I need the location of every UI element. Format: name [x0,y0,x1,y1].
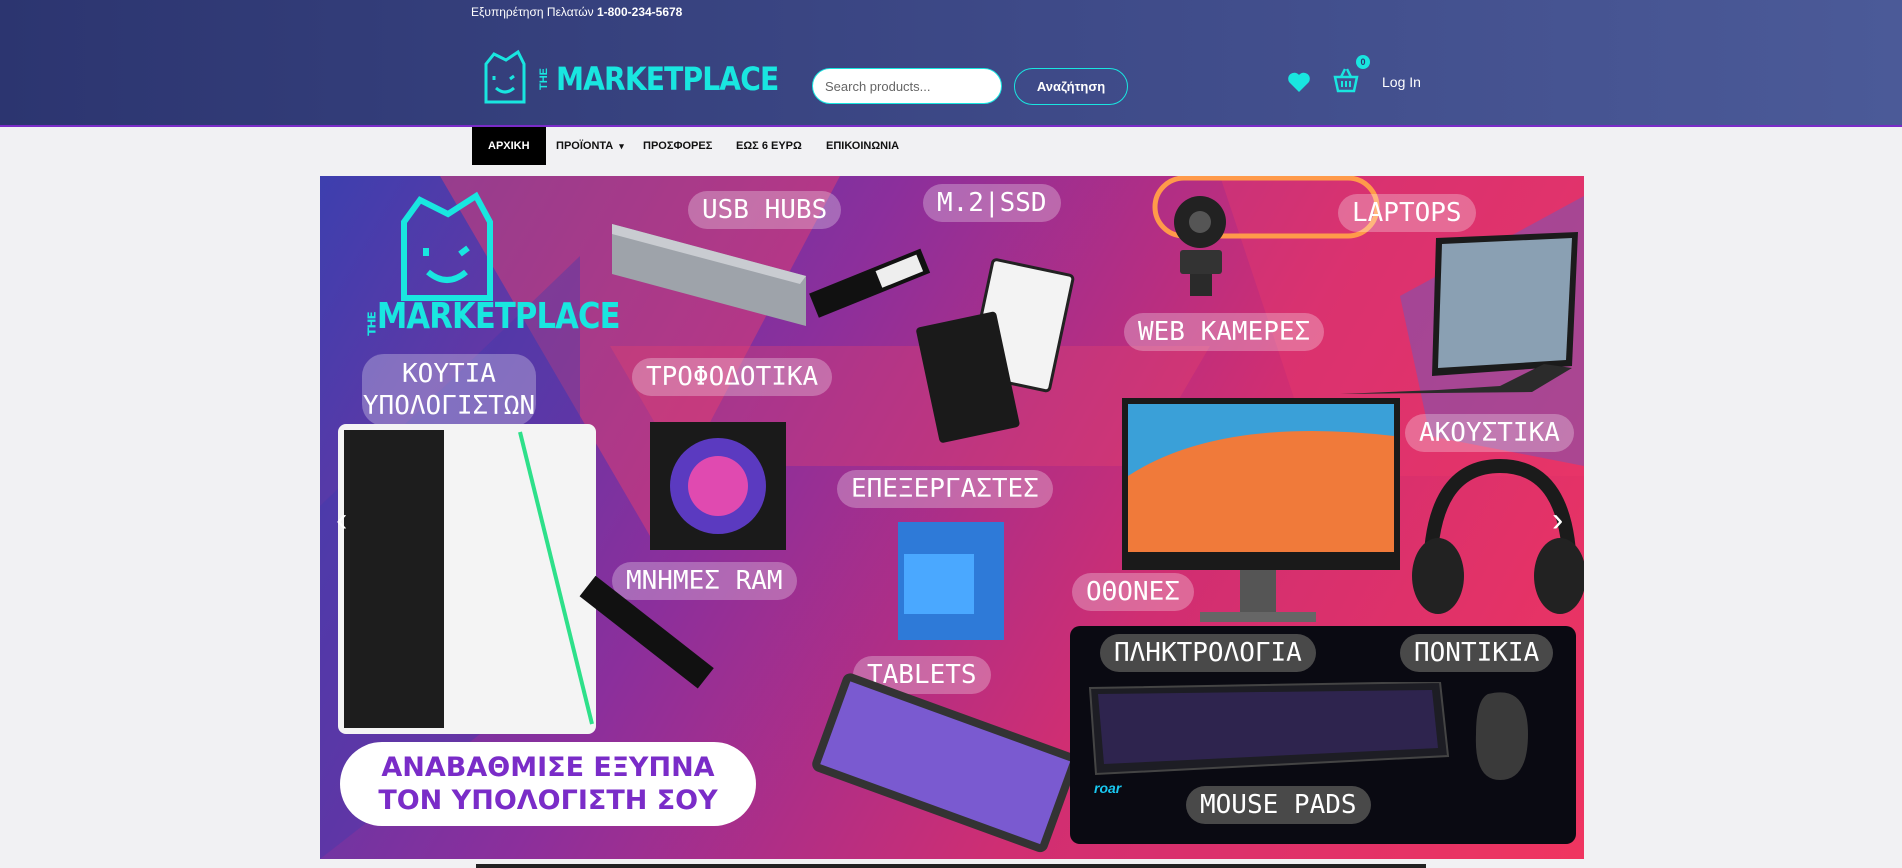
nav-item-products[interactable]: ΠΡΟΪΟΝΤΑ ▾ [556,127,624,165]
customer-support: Εξυπηρέτηση Πελατών 1-800-234-5678 [471,5,682,19]
banner-tagline: ΑΝΑΒΑΘΜΙΣΕ ΕΞΥΠΝΑ ΤΟΝ ΥΠΟΛΟΓΙΣΤΗ ΣΟΥ [340,742,756,826]
main-navigation: ΑΡΧΙΚΗ ΠΡΟΪΟΝΤΑ ▾ ΠΡΟΣΦΟΡΕΣ ΕΩΣ 6 ΕΥΡΩ ΕΠ… [0,127,1902,167]
nav-item-under-6-euro[interactable]: ΕΩΣ 6 ΕΥΡΩ [736,127,802,165]
power-supply-icon [650,422,786,550]
label-mice: ΠΟΝΤΙΚΙΑ [1400,634,1554,672]
peripherals-panel: ΠΛΗΚΤΡΟΛΟΓΙΑ ΠΟΝΤΙΚΙΑ roar MOUSE PADS [1070,626,1576,844]
wishlist-heart-icon[interactable] [1287,71,1311,93]
gaming-mouse-icon [1475,692,1528,780]
webcam-icon [1174,196,1226,296]
nav-item-contact[interactable]: ΕΠΙΚΟΙΝΩΝΙΑ [826,127,899,165]
pc-case-icon [338,424,596,734]
cpu-box-icon [898,522,1004,640]
logo-marketplace-text: MARKETPLACE [556,60,779,98]
usb-hub-icon [612,224,806,326]
roar-brand-mark: roar [1094,780,1122,796]
label-mouse-pads: MOUSE PADS [1186,786,1371,824]
m2-ssd-icon [809,248,931,318]
headphones-icon [1412,458,1584,614]
carousel-prev-arrow-icon[interactable]: ‹ [336,501,347,540]
tagline-line-1: ΑΝΑΒΑΘΜΙΣΕ ΕΞΥΠΝΑ [381,752,715,783]
ram-stick-icon [579,575,714,689]
nav-item-home[interactable]: ΑΡΧΙΚΗ [472,127,546,165]
logo-the-text: THE [538,68,550,90]
label-keyboards: ΠΛΗΚΤΡΟΛΟΓΙΑ [1100,634,1316,672]
laptop-icon [1340,232,1578,394]
nav-item-offers[interactable]: ΠΡΟΣΦΟΡΕΣ [643,127,712,165]
support-label: Εξυπηρέτηση Πελατών [471,5,594,19]
search-button[interactable]: Αναζήτηση [1014,68,1128,105]
cart-count-badge: 0 [1356,55,1370,69]
tagline-line-2: ΤΟΝ ΥΠΟΛΟΓΙΣΤΗ ΣΟΥ [378,785,718,816]
site-logo[interactable]: THE MARKETPLACE [480,46,779,106]
search-input[interactable] [812,68,1002,104]
carousel-next-arrow-icon[interactable]: › [1552,501,1563,540]
chevron-down-icon: ▾ [619,141,624,151]
nav-item-products-label: ΠΡΟΪΟΝΤΑ [556,140,614,152]
next-section-edge [476,864,1426,868]
support-phone[interactable]: 1-800-234-5678 [597,5,682,19]
site-header: Εξυπηρέτηση Πελατών 1-800-234-5678 THE M… [0,0,1902,127]
tablet-icon [812,673,1079,853]
login-link[interactable]: Log In [1382,74,1421,90]
cart-basket-icon[interactable] [1332,66,1360,94]
monitor-icon [1122,398,1400,622]
hero-banner[interactable]: THEMARKETPLACE USB HUBS M.2|SSD LAPTOPS … [320,176,1584,859]
shopping-bag-logo-icon [484,49,526,104]
keyboard-icon [1088,682,1450,776]
